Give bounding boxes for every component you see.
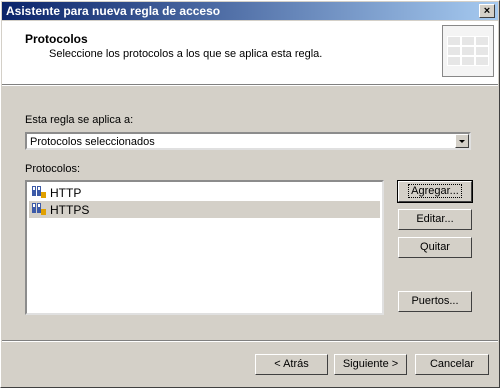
ports-button[interactable]: Puertos... [398,291,472,312]
cancel-button[interactable]: Cancelar [415,354,489,375]
list-item[interactable]: HTTPS [29,201,380,218]
page-title: Protocolos [25,32,88,46]
close-icon: × [483,5,491,17]
applies-to-value: Protocolos seleccionados [30,136,155,148]
protocol-icon [32,203,46,215]
next-button[interactable]: Siguiente > [334,354,407,375]
ports-button-label: Puertos... [411,295,459,307]
protocols-list[interactable]: HTTP HTTPS [25,180,384,315]
list-item[interactable]: HTTP [29,184,380,201]
page-subtitle: Seleccione los protocolos a los que se a… [49,48,323,60]
protocol-icon [32,186,46,198]
add-button[interactable]: Agregar... [397,180,473,203]
list-item-label: HTTP [50,186,82,200]
remove-button[interactable]: Quitar [398,237,472,258]
cancel-button-label: Cancelar [429,358,475,370]
edit-button[interactable]: Editar... [398,209,472,230]
window-title: Asistente para nueva regla de acceso [6,4,221,18]
wizard-window: Asistente para nueva regla de acceso × P… [0,0,500,388]
protocols-label: Protocolos: [25,163,81,175]
footer-divider [2,340,498,342]
title-bar: Asistente para nueva regla de acceso × [2,2,498,20]
next-button-label: Siguiente > [342,358,399,370]
add-button-label: Agregar... [408,184,462,198]
chevron-down-icon[interactable] [455,134,469,148]
applies-to-dropdown[interactable]: Protocolos seleccionados [25,132,471,150]
back-button-label: < Atrás [274,358,309,370]
list-item-label: HTTPS [50,203,90,217]
back-button[interactable]: < Atrás [255,354,328,375]
wizard-graphic-icon [442,25,494,77]
wizard-header: Protocolos Seleccione los protocolos a l… [2,21,498,84]
remove-button-label: Quitar [420,241,450,253]
header-divider [2,84,498,86]
edit-button-label: Editar... [416,213,454,225]
close-button[interactable]: × [479,4,495,18]
applies-to-label: Esta regla se aplica a: [25,114,134,126]
